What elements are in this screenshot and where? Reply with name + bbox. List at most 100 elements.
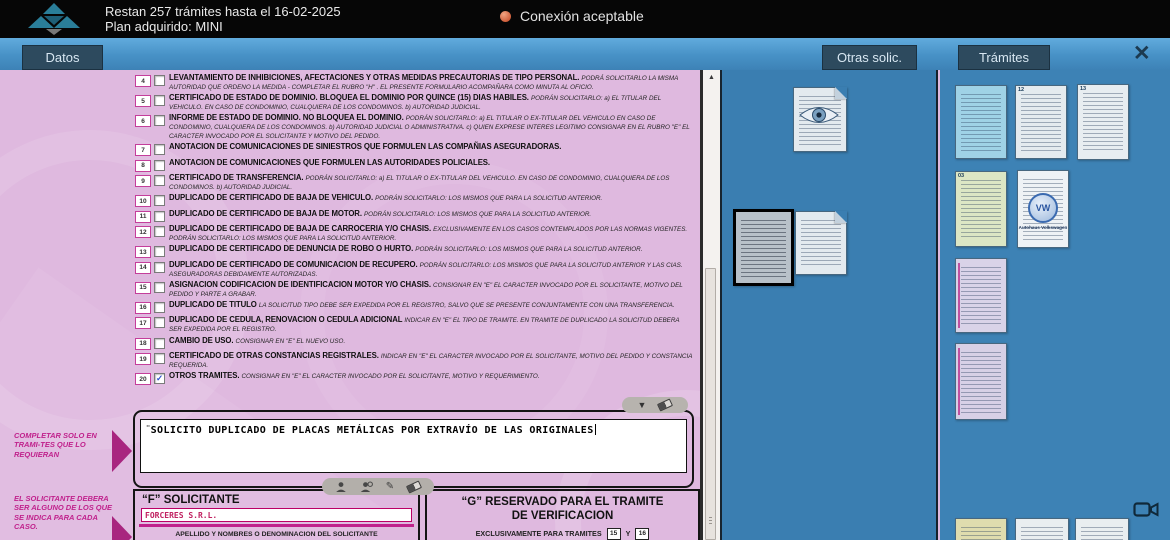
video-camera-icon[interactable]: [1133, 501, 1159, 518]
scrollbar-grip: [709, 517, 712, 525]
item-checkbox[interactable]: [154, 160, 165, 171]
tab-otras-solicitudes[interactable]: Otras solic.: [822, 45, 917, 70]
item-checkbox[interactable]: [154, 211, 165, 222]
document-thumbnail[interactable]: [955, 258, 1007, 333]
tramite-15-box: 15: [607, 528, 621, 540]
app-logo-icon: [10, 2, 98, 41]
document-thumbnail[interactable]: [955, 85, 1007, 159]
thumbnail-text-lines: [1021, 527, 1063, 540]
tramite-item-17: 17DUPLICADO DE CEDULA, RENOVACION O CEDU…: [135, 316, 693, 334]
tramite-item-13: 13 DUPLICADO DE CERTIFICADO DE DENUNCIA D…: [135, 245, 693, 258]
section-g-exclusive-line: EXCLUSIVAMENTE PARA TRAMITES 15 Y 16: [427, 528, 698, 540]
item-number-box: 15: [135, 282, 151, 294]
document-thumbnail[interactable]: VWAutohaus Volkswagen: [1017, 170, 1069, 248]
item-text: OTROS TRAMITES. CONSIGNAR EN "E" EL CARA…: [169, 372, 540, 381]
item-number-box: 13: [135, 246, 151, 258]
item-text: DUPLICADO DE CEDULA, RENOVACION O CEDULA…: [169, 316, 693, 334]
item-text: CERTIFICADO DE TRANSFERENCIA. PODRÁN SOL…: [169, 174, 693, 192]
solicitante-tools: ✎: [322, 478, 434, 495]
tramite-item-16: 16DUPLICADO DE TITULO LA SOLICITUD TIPO …: [135, 301, 693, 314]
tramite-item-7: 7 ANOTACION DE COMUNICACIONES DE SINIESTR…: [135, 143, 693, 156]
tab-tramites[interactable]: Trámites: [958, 45, 1050, 70]
item-checkbox[interactable]: [154, 246, 165, 257]
item-checkbox[interactable]: [154, 262, 165, 273]
document-thumbnail[interactable]: 03: [955, 171, 1007, 247]
item-number-box: 20: [135, 373, 151, 385]
vertical-scrollbar[interactable]: ▲: [703, 70, 722, 540]
item-number-box: 6: [135, 115, 151, 127]
item-text: ASIGNACION CODIFICACION DE IDENTIFICACIO…: [169, 281, 693, 299]
item-number-box: 14: [135, 262, 151, 274]
close-icon[interactable]: ✕: [1133, 41, 1151, 66]
connection-status-icon: [500, 11, 511, 22]
tramite-item-8: 8 ANOTACION DE COMUNICACIONES QUE FORMULE…: [135, 159, 693, 172]
item-text: CERTIFICADO DE OTRAS CONSTANCIAS REGISTR…: [169, 352, 693, 370]
item-checkbox[interactable]: [154, 195, 165, 206]
tramite-item-6: 6 INFORME DE ESTADO DE DOMINIO. NO BLOQUE…: [135, 114, 693, 140]
item-checkbox[interactable]: ✓: [154, 373, 165, 384]
item-checkbox[interactable]: [154, 115, 165, 126]
connection-status: Conexión aceptable: [500, 8, 644, 24]
section-f-solicitante: “F” SOLICITANTE FORCERES S.R.L. APELLIDO…: [133, 489, 420, 540]
document-thumbnail[interactable]: 13: [1077, 84, 1129, 160]
scrollbar-thumb[interactable]: [705, 268, 716, 540]
thumbnail-text-lines: [961, 94, 1001, 152]
item-number-box: 5: [135, 95, 151, 107]
item-checkbox[interactable]: [154, 317, 165, 328]
dropdown-arrow-icon[interactable]: ▼: [638, 401, 647, 410]
pencil-icon[interactable]: ✎: [386, 482, 394, 492]
request-text: SOLICITO DUPLICADO DE PLACAS METÁLICAS P…: [151, 425, 594, 436]
solicitante-input[interactable]: FORCERES S.R.L.: [141, 508, 412, 522]
eraser-icon[interactable]: [406, 480, 422, 493]
scroll-up-icon[interactable]: ▲: [703, 70, 720, 85]
item-text: ANOTACION DE COMUNICACIONES DE SINIESTRO…: [169, 143, 561, 152]
app-window: Restan 257 trámites hasta el 16-02-2025 …: [0, 0, 1170, 540]
tramite-item-4: 4LEVANTAMIENTO DE INHIBICIONES, AFECTACI…: [135, 74, 693, 92]
margin-note-solicitante: EL SOLICITANTE DEBERA SER ALGUNO DE LOS …: [14, 494, 120, 532]
tab-datos[interactable]: Datos: [22, 45, 103, 70]
eraser-icon[interactable]: [657, 398, 673, 411]
item-checkbox[interactable]: [154, 175, 165, 186]
person-icon[interactable]: [335, 481, 347, 493]
item-text: DUPLICADO DE CERTIFICADO DE BAJA DE MOTO…: [169, 210, 591, 219]
plan-text: Plan adquirido: MINI: [105, 19, 341, 34]
item-text: CAMBIO DE USO. CONSIGNAR EN "E" EL NUEVO…: [169, 337, 345, 346]
item-checkbox[interactable]: [154, 144, 165, 155]
item-number-box: 8: [135, 160, 151, 172]
thumbnail-text-lines: [1081, 527, 1123, 540]
item-checkbox[interactable]: [154, 302, 165, 313]
item-checkbox[interactable]: [154, 338, 165, 349]
item-number-box: 12: [135, 226, 151, 238]
request-box: ▼ "SOLICITO DUPLICADO DE PLACAS METÁLICA…: [133, 410, 694, 488]
form-08-document: COMPLETAR SOLO EN TRAMI-TES QUE LO REQUI…: [0, 70, 703, 540]
vw-logo-block: VWAutohaus Volkswagen: [1018, 193, 1068, 230]
item-checkbox[interactable]: [154, 95, 165, 106]
remaining-tramites-text: Restan 257 trámites hasta el 16-02-2025: [105, 4, 341, 19]
item-text: ANOTACION DE COMUNICACIONES QUE FORMULEN…: [169, 159, 490, 168]
section-f-title: “F” SOLICITANTE: [142, 494, 418, 506]
item-text: LEVANTAMIENTO DE INHIBICIONES, AFECTACIO…: [169, 74, 693, 92]
item-checkbox[interactable]: [154, 353, 165, 364]
tramite-item-11: 11DUPLICADO DE CERTIFICADO DE BAJA DE MO…: [135, 210, 693, 223]
document-thumbnail[interactable]: 12: [1015, 85, 1067, 159]
document-number-label: 13: [1080, 86, 1086, 92]
thumbnail-text-lines: [801, 220, 841, 268]
page-thumbnail[interactable]: [793, 87, 847, 152]
item-text: DUPLICADO DE CERTIFICADO DE DENUNCIA DE …: [169, 245, 642, 254]
page-thumbnail-selected[interactable]: [733, 209, 794, 286]
item-number-box: 7: [135, 144, 151, 156]
page-thumbnail[interactable]: [795, 211, 847, 275]
item-checkbox[interactable]: [154, 282, 165, 293]
item-checkbox[interactable]: [154, 75, 165, 86]
document-thumbnail[interactable]: [1075, 518, 1129, 540]
document-thumbnail[interactable]: [955, 343, 1007, 420]
person-history-icon[interactable]: [360, 481, 373, 493]
item-text: INFORME DE ESTADO DE DOMINIO. NO BLOQUEA…: [169, 114, 693, 140]
document-thumbnail[interactable]: [955, 518, 1007, 540]
item-checkbox[interactable]: [154, 226, 165, 237]
tramite-items: 4LEVANTAMIENTO DE INHIBICIONES, AFECTACI…: [135, 74, 693, 388]
request-textarea[interactable]: "SOLICITO DUPLICADO DE PLACAS METÁLICAS …: [140, 419, 687, 473]
tramite-item-9: 9CERTIFICADO DE TRANSFERENCIA. PODRÁN SO…: [135, 174, 693, 192]
request-tools: ▼: [622, 397, 688, 413]
document-thumbnail[interactable]: [1015, 518, 1069, 540]
